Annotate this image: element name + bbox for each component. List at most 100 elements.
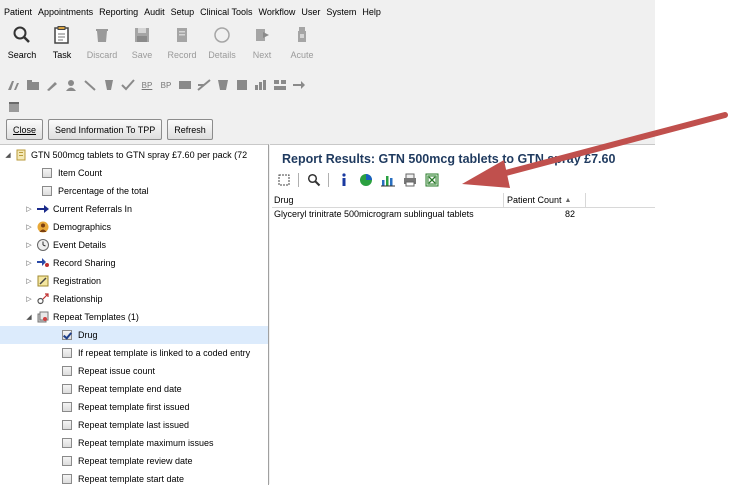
check-tick-icon[interactable] — [120, 78, 136, 92]
folder-icon[interactable] — [25, 78, 41, 92]
tree-item-review-date[interactable]: Repeat template review date — [0, 452, 268, 470]
arrow-right-icon[interactable] — [291, 78, 307, 92]
menu-audit[interactable]: Audit — [141, 7, 168, 17]
tree-item-label: Record Sharing — [53, 258, 116, 268]
column-header-patient-count[interactable]: Patient Count ▲ — [504, 193, 586, 207]
maximum-issues-checkbox[interactable] — [62, 438, 72, 448]
pie-chart-icon[interactable] — [358, 172, 374, 188]
expand-arrow-icon[interactable]: ▷ — [25, 205, 33, 213]
next-button[interactable]: Next — [242, 22, 282, 70]
menu-patient[interactable]: Patient — [0, 7, 35, 17]
details-button[interactable]: Details — [202, 22, 242, 70]
tree-item-registration[interactable]: ▷ Registration — [0, 272, 268, 290]
menu-reporting[interactable]: Reporting — [96, 7, 141, 17]
tree-item-label: Repeat Templates (1) — [53, 312, 139, 322]
tree-item-repeat-issue-count[interactable]: Repeat issue count — [0, 362, 268, 380]
pen-icon[interactable] — [6, 78, 22, 92]
tree-item-linked-coded-entry[interactable]: If repeat template is linked to a coded … — [0, 344, 268, 362]
menu-user[interactable]: User — [298, 7, 323, 17]
search-button[interactable]: Search — [2, 22, 42, 70]
expand-arrow-icon[interactable]: ▷ — [25, 241, 33, 249]
tree-item-end-date[interactable]: Repeat template end date — [0, 380, 268, 398]
scale-icon[interactable] — [177, 78, 193, 92]
person-icon[interactable] — [63, 78, 79, 92]
end-date-checkbox[interactable] — [62, 384, 72, 394]
discard-button[interactable]: Discard — [82, 22, 122, 70]
tree-item-relationship[interactable]: ▷ Relationship — [0, 290, 268, 308]
notes-icon[interactable] — [234, 78, 250, 92]
menu-system[interactable]: System — [323, 7, 359, 17]
expand-arrow-icon[interactable]: ▷ — [25, 259, 33, 267]
tree-item-current-referrals[interactable]: ▷ Current Referrals In — [0, 200, 268, 218]
save-button[interactable]: Save — [122, 22, 162, 70]
cell-patient-count: 82 — [564, 209, 575, 219]
glass-icon[interactable] — [101, 78, 117, 92]
menu-workflow[interactable]: Workflow — [256, 7, 299, 17]
sort-ascending-icon: ▲ — [564, 196, 572, 204]
bp-reading-icon[interactable]: BP — [158, 78, 174, 92]
bp-icon[interactable]: BP — [139, 78, 155, 92]
tree-item-percentage[interactable]: Percentage of the total — [0, 182, 268, 200]
grid-icon[interactable] — [272, 78, 288, 92]
search-icon[interactable] — [306, 172, 322, 188]
details-label: Details — [208, 50, 236, 60]
expand-arrow-icon[interactable]: ▷ — [25, 277, 33, 285]
review-date-checkbox[interactable] — [62, 456, 72, 466]
tree-item-last-issued[interactable]: Repeat template last issued — [0, 416, 268, 434]
info-icon[interactable] — [336, 172, 352, 188]
sharing-icon — [37, 257, 49, 269]
repeat-issue-count-checkbox[interactable] — [62, 366, 72, 376]
percentage-checkbox[interactable] — [42, 186, 52, 196]
print-icon[interactable] — [402, 172, 418, 188]
task-button[interactable]: Task — [42, 22, 82, 70]
acute-button[interactable]: Acute — [282, 22, 322, 70]
menu-help[interactable]: Help — [359, 7, 384, 17]
needle-icon[interactable] — [82, 78, 98, 92]
secondary-toolbar: BP BP — [6, 77, 310, 93]
bar-chart-icon[interactable] — [380, 172, 396, 188]
expand-arrow-icon[interactable]: ▷ — [25, 223, 33, 231]
close-button[interactable]: Close — [6, 119, 44, 140]
collapse-arrow-icon[interactable]: ◢ — [25, 313, 33, 321]
tree-item-demographics[interactable]: ▷ Demographics — [0, 218, 268, 236]
send-to-tpp-button[interactable]: Send Information To TPP — [48, 119, 163, 140]
tree-item-item-count[interactable]: Item Count — [0, 164, 268, 182]
arrow-right-icon — [37, 203, 49, 215]
item-count-checkbox[interactable] — [42, 168, 52, 178]
cup-icon[interactable] — [215, 78, 231, 92]
collapse-arrow-icon[interactable]: ◢ — [4, 151, 12, 159]
expand-arrow-icon[interactable]: ▷ — [25, 295, 33, 303]
search-label: Search — [7, 50, 37, 60]
linked-coded-entry-checkbox[interactable] — [62, 348, 72, 358]
chart-icon[interactable] — [196, 78, 212, 92]
drug-checkbox[interactable] — [62, 330, 72, 340]
record-button[interactable]: Record — [162, 22, 202, 70]
column-header-drug[interactable]: Drug — [272, 193, 504, 207]
table-row[interactable]: Glyceryl trinitrate 500microgram subling… — [272, 209, 655, 223]
tree-item-maximum-issues[interactable]: Repeat template maximum issues — [0, 434, 268, 452]
tree-item-start-date[interactable]: Repeat template start date — [0, 470, 268, 485]
tree-item-drug[interactable]: Drug — [0, 326, 268, 344]
graph-icon[interactable] — [253, 78, 269, 92]
start-date-checkbox[interactable] — [62, 474, 72, 484]
tree-item-first-issued[interactable]: Repeat template first issued — [0, 398, 268, 416]
report-tree-panel: ◢ GTN 500mcg tablets to GTN spray £7.60 … — [0, 144, 269, 485]
page-icon[interactable] — [8, 101, 20, 116]
save-label: Save — [131, 50, 153, 60]
refresh-button[interactable]: Refresh — [167, 119, 213, 140]
person-icon — [37, 221, 49, 233]
tree-item-repeat-templates[interactable]: ◢ Repeat Templates (1) — [0, 308, 268, 326]
menu-clinical-tools[interactable]: Clinical Tools — [197, 7, 255, 17]
first-issued-checkbox[interactable] — [62, 402, 72, 412]
tree-item-event-details[interactable]: ▷ Event Details — [0, 236, 268, 254]
syringe-icon[interactable] — [44, 78, 60, 92]
select-all-icon[interactable] — [276, 172, 292, 188]
last-issued-checkbox[interactable] — [62, 420, 72, 430]
menu-setup[interactable]: Setup — [168, 7, 198, 17]
next-label: Next — [252, 50, 272, 60]
tree-root[interactable]: ◢ GTN 500mcg tablets to GTN spray £7.60 … — [0, 146, 268, 164]
menu-appointments[interactable]: Appointments — [35, 7, 96, 17]
tree-item-record-sharing[interactable]: ▷ Record Sharing — [0, 254, 268, 272]
export-excel-icon[interactable] — [424, 172, 440, 188]
report-results-panel: Report Results: GTN 500mcg tablets to GT… — [270, 144, 655, 485]
